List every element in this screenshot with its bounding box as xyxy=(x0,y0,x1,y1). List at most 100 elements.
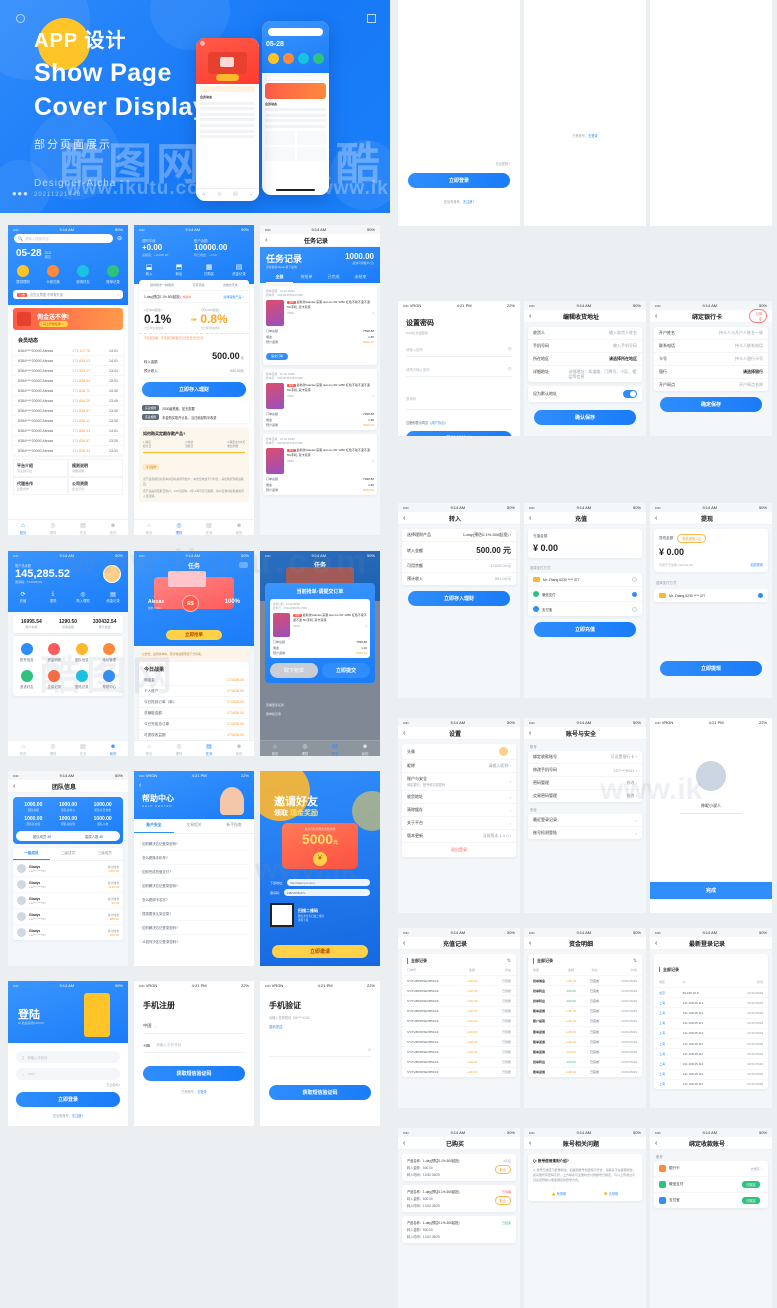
task-card[interactable]: 抢单日期：10:02 05/29 抢单号：U82111567061/7060 抢… xyxy=(263,286,377,365)
notice-bar[interactable]: 公告 出售支票据,不得有失误 › xyxy=(13,290,123,299)
address-field[interactable]: 手机号码 输入手机号码 xyxy=(528,340,642,353)
screen-withdraw[interactable]: •••• 9:14 AM 50% ‹ 提现 提现金额 最低提现 1元 ¥ 0.00 可… xyxy=(650,503,772,698)
finance-action[interactable]: ⬒ 转出 xyxy=(164,259,194,280)
screen-transfer-in[interactable]: •••• 9:14 AM 50% ‹ 转入 选择理财产品 1-day(预估0.1%-50… xyxy=(398,503,520,698)
confirm-register-button[interactable]: 确认并注册 xyxy=(406,431,512,436)
tab-home[interactable]: ⌂ 首页 xyxy=(134,520,164,535)
bottom-tabbar[interactable]: ⌂ 首页 ◎ 理财 ▤ 任务 ☻ 我的 xyxy=(134,519,254,535)
menu-item[interactable]: 帮助中心 xyxy=(96,666,124,693)
screen-login-records[interactable]: •••• 9:14 AM 50% ‹ 最新登录记录 全部记录 地区 IP 时间 北京 95.… xyxy=(650,928,772,1108)
feature-card[interactable]: 平台介绍 专业的平台 xyxy=(13,459,68,477)
setting-about-row[interactable]: 关于平台 › xyxy=(402,817,516,830)
tab-completed[interactable]: 已完成 xyxy=(320,274,347,283)
screen-settings[interactable]: •••• 9:14 AM 50% ‹ 设置 头像 › 昵称 请输入昵称 › 账户与安全 绑定… xyxy=(398,718,520,913)
purchased-item[interactable]: 产品名称：1-day(预估0.1%-500起投) 转入金额：500.00 转入时… xyxy=(402,1216,516,1243)
invite-link-row[interactable]: 下载地址： http://down.pm.com... xyxy=(270,879,370,886)
bank-field[interactable]: 银行 请选择银行 xyxy=(654,366,768,379)
invite-button[interactable]: 立即邀请 xyxy=(272,945,368,958)
product-row[interactable]: 1-day(预估0.1%-500起投) 热销中 选择理财产品 > xyxy=(139,291,249,303)
screen-verify-detail[interactable] xyxy=(650,0,772,226)
purchased-item[interactable]: 产品名称：1-day(预估0.1%-500起投) 转入金额：500.00 转入时… xyxy=(402,1185,516,1212)
menu-item[interactable]: 账号信息 xyxy=(13,639,41,666)
eye-icon[interactable]: 👁 xyxy=(507,347,512,352)
screen-nickname[interactable]: •••• VRGN 4:21 PM 22% 称昵小说人 完成 xyxy=(650,718,772,913)
password-input[interactable]: ⌂ •••••• xyxy=(16,1068,120,1080)
filter-label[interactable]: 全部记录 xyxy=(407,958,427,964)
security-item[interactable]: 密码管理 修改 › xyxy=(528,777,642,790)
back-icon[interactable]: ‹ xyxy=(655,515,665,522)
payment-method[interactable]: Mr. Zhang 6230 **** 377 xyxy=(528,573,642,587)
screen-bind-account[interactable]: •••• 9:14 AM 50% ‹ 绑定收款账号 账号 银行卡 去绑定 › 微信支付… xyxy=(650,1128,772,1308)
done-button[interactable]: 完成 xyxy=(650,882,772,899)
tab-pending[interactable]: 待抢单 xyxy=(293,274,320,283)
product-select-row[interactable]: 选择理财产品 1-day(预估0.1%-500起投) › xyxy=(402,529,516,542)
back-icon[interactable]: ‹ xyxy=(403,940,413,947)
mine-action[interactable]: ⤓ 提现 xyxy=(38,587,68,607)
bottom-tabbar[interactable]: ⌂ 首页 ◎ 理财 ▤ 任务 ☻ 我的 xyxy=(134,740,254,756)
recharge-button[interactable]: 立即充值 xyxy=(534,622,636,637)
password-confirm-input[interactable]: 请再次输入密码 👁 xyxy=(406,367,512,377)
resend-link[interactable]: 重新发送 xyxy=(269,1024,371,1029)
save-bank-button[interactable]: 确定保存 xyxy=(660,397,762,412)
get-code-button[interactable]: 获取短信验证码 xyxy=(143,1066,245,1081)
withdraw-button[interactable]: 立即提现 xyxy=(660,661,762,676)
withdraw-amount[interactable]: ¥ 0.00 xyxy=(659,547,763,557)
help-question[interactable]: · 怎么更绑卡名字? xyxy=(140,893,248,907)
setting-security-row[interactable]: 账户与安全 绑定银行、账号和交易密码 › xyxy=(402,773,516,791)
bind-item[interactable]: 微信支付 已绑定 › xyxy=(654,1177,768,1193)
screen-verify[interactable]: •••• VRGN 4:21 PM 22% 手机验证 请输入您的短信 134****… xyxy=(260,981,380,1126)
menu-item[interactable]: 团队信息 xyxy=(68,639,96,666)
finance-action[interactable]: ⬓ 转入 xyxy=(134,259,164,280)
register-link[interactable]: 去注册? xyxy=(463,200,474,204)
screen-help[interactable]: •••• VRGN 4:21 PM 22% ‹ 帮助中心 HELP CENTER 账… xyxy=(134,771,254,966)
help-question[interactable]: · 如何解决忘记登录密码? xyxy=(140,837,248,851)
setting-avatar-row[interactable]: 头像 › xyxy=(402,744,516,760)
tab-newbie[interactable]: 新手指南 xyxy=(214,819,254,833)
security-item[interactable]: 最近登录记录 › xyxy=(528,814,642,827)
password-input[interactable]: 请输入密码 👁 xyxy=(406,347,512,357)
setting-version-row[interactable]: 版本更新 当前版本 1.0.0 › xyxy=(402,830,516,842)
back-icon[interactable]: ‹ xyxy=(13,783,23,790)
screen-team[interactable]: •••• 9:14 AM 50% ‹ 团队信息 1000.00 团队余额 1000.00… xyxy=(8,771,128,966)
security-item[interactable]: 修改手机号码 137****9511 › xyxy=(528,764,642,777)
address-field[interactable]: 所在地区 请选择所在地区 xyxy=(528,353,642,366)
screen-order-modal[interactable]: •••• 9:14 AM 50% 任务 当前抢单-请提交订单 抢单日期：10:02 … xyxy=(260,551,380,756)
tab-mine[interactable]: ☻ 我的 xyxy=(224,741,254,756)
promo-banner[interactable]: 佣金送不停! 马上开抢任务 > xyxy=(13,308,123,330)
menu-item[interactable]: 资金明细 xyxy=(41,639,69,666)
bind-item[interactable]: 银行卡 去绑定 › xyxy=(654,1161,768,1177)
security-item[interactable]: 绑定收款账号 可设置银行卡 › xyxy=(528,751,642,764)
deposit-button[interactable]: 立即存入理财 xyxy=(408,591,510,606)
screen-bind-bank[interactable]: •••• 9:14 AM 50% ‹ 绑定银行卡 已绑定 开户姓名 持卡人与开户人姓名… xyxy=(650,301,772,436)
promo-button[interactable]: 马上开抢任务 > xyxy=(39,321,68,327)
screen-invite[interactable]: 邀请好友 领取 现金奖励 最高可获得现金奖励金额 5000元 ¥ 下载地址： h… xyxy=(260,771,380,966)
back-icon[interactable]: ‹ xyxy=(529,313,539,320)
bind-item[interactable]: 支付宝 已绑定 › xyxy=(654,1193,768,1208)
back-icon[interactable]: ‹ xyxy=(655,313,665,320)
menu-item[interactable]: 地址管理 xyxy=(96,639,124,666)
tab-home[interactable]: ⌂ 首页 xyxy=(8,741,38,756)
payment-method[interactable]: 支付宝 xyxy=(528,602,642,616)
radio-unchecked-icon[interactable] xyxy=(632,606,637,612)
bank-field[interactable]: 卡号 持卡人银行卡号 xyxy=(654,353,768,366)
feature-card[interactable]: 公司资质 合法平台 xyxy=(68,477,123,495)
screen-recharge-records[interactable]: •••• 9:14 AM 50% ‹ 充值记录 全部记录 ⇅ 订单号 金额 状态 S*2T… xyxy=(398,928,520,1108)
bank-field[interactable]: 开户姓名 持卡人与开户人姓名一致 xyxy=(654,327,768,340)
login-link[interactable]: 去登录 xyxy=(588,134,598,138)
screen-finance[interactable]: •••• 9:14 AM 50% 理财手续 +0.00 总额度：+10230.00 … xyxy=(134,225,254,535)
tab-task[interactable]: ▤ 任务 xyxy=(68,741,98,756)
back-icon[interactable]: ‹ xyxy=(139,782,141,789)
payment-method[interactable]: 微信支付 xyxy=(528,587,642,602)
help-question[interactable]: · 如何完成充值支付? xyxy=(140,865,248,879)
country-selector[interactable]: 中国 › xyxy=(143,1023,245,1034)
next-button[interactable]: 获取短信验证码 xyxy=(269,1085,371,1100)
screen-faq[interactable]: •••• 9:14 AM 50% ‹ 账号相关问题 Q: 账号使用规则介绍? A: 账… xyxy=(524,1128,646,1308)
back-icon[interactable]: ‹ xyxy=(529,940,539,947)
toggle-switch[interactable] xyxy=(623,390,637,398)
quick-action[interactable]: 邀请好友 xyxy=(68,261,98,288)
tab-finance[interactable]: ◎ 理财 xyxy=(164,520,194,535)
filter-icon[interactable]: ⇅ xyxy=(507,958,511,964)
scan-icon[interactable]: ⊖ xyxy=(117,235,122,242)
setting-cache-row[interactable]: 清除缓存 › xyxy=(402,804,516,817)
setting-address-row[interactable]: 收货地址 › xyxy=(402,791,516,804)
